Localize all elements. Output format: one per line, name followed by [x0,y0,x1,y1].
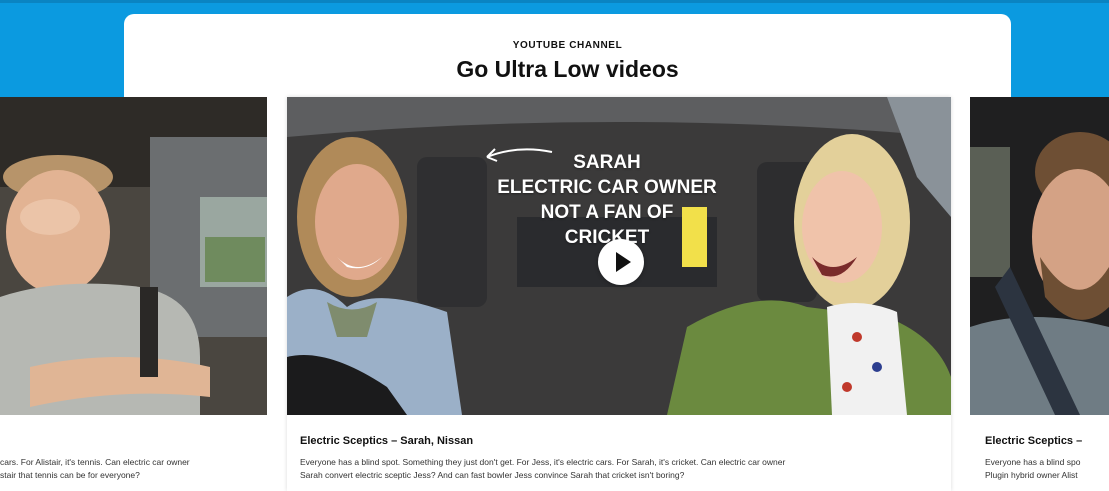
video-description: cars. For Alistair, it's tennis. Can ele… [0,457,190,480]
video-thumbnail[interactable] [970,97,1109,415]
play-icon [616,252,631,272]
video-description: Everyone has a blind spot. Something the… [300,457,786,480]
video-description: Everyone has a blind spo Plugin hybrid o… [985,457,1081,480]
video-thumbnail-image [970,97,1109,415]
video-card-next[interactable]: Electric Sceptics – Everyone has a blind… [970,97,1109,491]
video-thumbnail[interactable] [0,97,267,415]
play-button[interactable] [598,239,644,285]
video-thumbnail[interactable]: SARAH ELECTRIC CAR OWNER NOT A FAN OF CR… [287,97,951,415]
banner-strip [0,0,1109,3]
section-title: Go Ultra Low videos [456,56,679,82]
thumbnail-caption: SARAH ELECTRIC CAR OWNER NOT A FAN OF CR… [497,152,717,248]
video-card-sarah-nissan[interactable]: SARAH ELECTRIC CAR OWNER NOT A FAN OF CR… [287,97,951,491]
video-title[interactable]: Electric Sceptics – Sarah, Nissan [300,435,473,447]
video-title[interactable]: Electric Sceptics – [985,435,1082,447]
video-card-previous[interactable]: cars. For Alistair, it's tennis. Can ele… [0,97,267,491]
section-kicker: YOUTUBE CHANNEL [512,40,623,51]
video-thumbnail-image [0,97,267,415]
